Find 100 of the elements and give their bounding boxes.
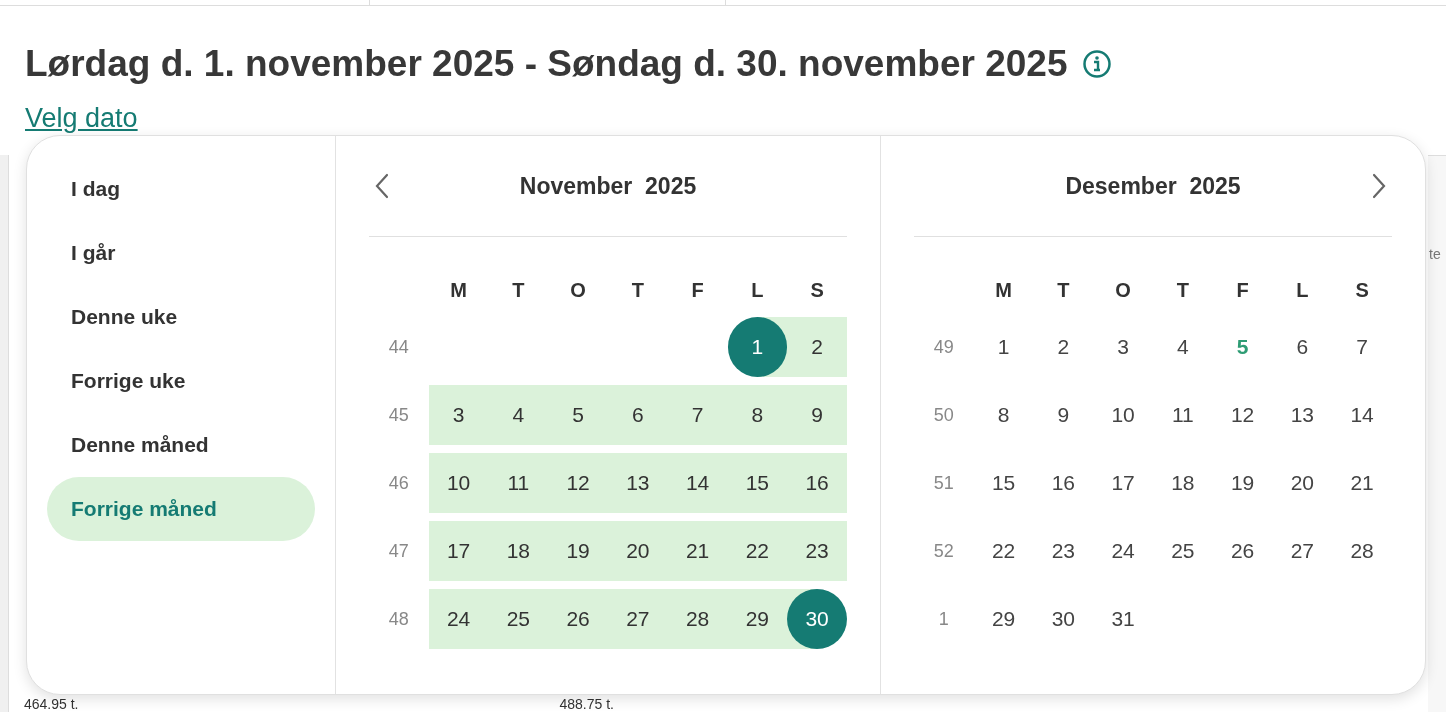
calendar-day[interactable]: 25 xyxy=(1153,521,1213,581)
calendar-day[interactable]: 21 xyxy=(667,521,728,581)
calendar-day[interactable]: 14 xyxy=(1332,385,1392,445)
weekday-label: S xyxy=(810,278,824,303)
info-icon[interactable] xyxy=(1081,48,1112,79)
selected-day[interactable]: 1 xyxy=(727,317,788,377)
weekday-label: O xyxy=(1115,278,1131,303)
weekday-label: M xyxy=(450,278,467,303)
selected-day[interactable]: 30 xyxy=(787,589,847,649)
week-number: 46 xyxy=(388,471,409,495)
weekday-label: M xyxy=(995,278,1012,303)
weekday-label: T xyxy=(631,278,644,303)
calendar-day[interactable]: 22 xyxy=(973,521,1034,581)
week-number: 47 xyxy=(388,539,409,563)
calendar-day[interactable]: 19 xyxy=(548,521,608,581)
week-number: 44 xyxy=(388,335,409,359)
calendar-day[interactable]: 22 xyxy=(727,521,788,581)
week-number: 45 xyxy=(388,403,409,427)
calendar-day[interactable]: 16 xyxy=(1033,453,1094,513)
calendar-day[interactable]: 1 xyxy=(973,317,1034,377)
preset-option[interactable]: Denne måned xyxy=(47,413,315,477)
month-title: November 2025 xyxy=(519,171,697,201)
calendar-day[interactable]: 28 xyxy=(1332,521,1392,581)
calendar-day[interactable]: 29 xyxy=(727,589,788,649)
calendar-day[interactable]: 12 xyxy=(1212,385,1273,445)
calendar-day[interactable]: 18 xyxy=(488,521,549,581)
calendar-day[interactable]: 25 xyxy=(488,589,549,649)
calendar-day[interactable]: 3 xyxy=(1093,317,1153,377)
calendar-day[interactable]: 11 xyxy=(1153,385,1213,445)
select-date-link[interactable]: Velg dato xyxy=(25,97,138,138)
calendar-day[interactable]: 19 xyxy=(1212,453,1273,513)
weekday-label: L xyxy=(1296,278,1309,303)
preset-option[interactable]: Denne uke xyxy=(47,285,315,349)
month-title: Desember 2025 xyxy=(1065,171,1241,201)
weekday-label: F xyxy=(691,278,704,303)
weekday-label: T xyxy=(1176,278,1189,303)
hours-value: 488.75 t. xyxy=(559,697,614,712)
weekday-label: F xyxy=(1236,278,1249,303)
calendar-day[interactable]: 9 xyxy=(787,385,847,445)
calendar-day[interactable]: 30 xyxy=(1033,589,1094,649)
calendar-day[interactable]: 8 xyxy=(727,385,788,445)
calendar-day[interactable]: 8 xyxy=(973,385,1034,445)
calendar-day[interactable]: 24 xyxy=(428,589,489,649)
calendar-day[interactable]: 4 xyxy=(488,385,549,445)
calendar-day[interactable]: 15 xyxy=(727,453,788,513)
calendar-day[interactable]: 29 xyxy=(973,589,1034,649)
calendar-day[interactable]: 18 xyxy=(1153,453,1213,513)
hours-value: 464.95 t. xyxy=(24,697,79,712)
preset-option[interactable]: I går xyxy=(47,221,315,285)
calendar-day[interactable]: 10 xyxy=(1093,385,1153,445)
weekday-label: S xyxy=(1355,278,1369,303)
calendar-day[interactable]: 4 xyxy=(1153,317,1213,377)
week-number: 49 xyxy=(933,335,954,359)
chevron-right-icon[interactable] xyxy=(1372,173,1386,199)
weekday-label: T xyxy=(1057,278,1070,303)
calendar-day[interactable]: 16 xyxy=(787,453,847,513)
week-number: 48 xyxy=(388,607,409,631)
calendar-day[interactable]: 28 xyxy=(667,589,728,649)
calendar-day[interactable]: 7 xyxy=(1332,317,1392,377)
calendar-day[interactable]: 5 xyxy=(548,385,608,445)
calendar-day[interactable]: 24 xyxy=(1093,521,1153,581)
week-number: 50 xyxy=(933,403,954,427)
calendar-day[interactable]: 27 xyxy=(1272,521,1333,581)
calendar-day[interactable]: 13 xyxy=(1272,385,1333,445)
calendar-day[interactable]: 15 xyxy=(973,453,1034,513)
week-number: 52 xyxy=(933,539,954,563)
calendar-day[interactable]: 10 xyxy=(428,453,489,513)
calendar-day[interactable]: 26 xyxy=(548,589,608,649)
chevron-left-icon[interactable] xyxy=(375,173,389,199)
weekday-label: O xyxy=(570,278,586,303)
calendar-day[interactable]: 2 xyxy=(787,317,847,377)
calendar-day[interactable]: 27 xyxy=(608,589,668,649)
calendar-day[interactable]: 17 xyxy=(428,521,489,581)
calendar-day[interactable]: 2 xyxy=(1033,317,1094,377)
calendar-day[interactable]: 23 xyxy=(787,521,847,581)
weekday-label: T xyxy=(512,278,525,303)
calendar-day[interactable]: 21 xyxy=(1332,453,1392,513)
calendar-day[interactable]: 6 xyxy=(608,385,668,445)
preset-option[interactable]: I dag xyxy=(47,157,315,221)
calendar-day[interactable]: 23 xyxy=(1033,521,1094,581)
calendar-day[interactable]: 26 xyxy=(1212,521,1273,581)
calendar-day[interactable]: 17 xyxy=(1093,453,1153,513)
week-number: 51 xyxy=(933,471,954,495)
calendar-day[interactable]: 6 xyxy=(1272,317,1333,377)
side-text: te xyxy=(1429,245,1441,264)
calendar-day[interactable]: 31 xyxy=(1093,589,1153,649)
calendar-day[interactable]: 9 xyxy=(1033,385,1094,445)
calendar-day[interactable]: 12 xyxy=(548,453,608,513)
calendar-day[interactable]: 11 xyxy=(488,453,549,513)
date-range-title: Lørdag d. 1. november 2025 - Søndag d. 30. november 2025 xyxy=(25,42,1068,86)
week-number: 1 xyxy=(938,607,949,631)
weekday-label: L xyxy=(751,278,764,303)
calendar-day[interactable]: 20 xyxy=(1272,453,1333,513)
calendar-day[interactable]: 20 xyxy=(608,521,668,581)
calendar-day[interactable]: 13 xyxy=(608,453,668,513)
calendar-day[interactable]: 3 xyxy=(428,385,489,445)
preset-option[interactable]: Forrige måned xyxy=(47,477,315,541)
preset-option[interactable]: Forrige uke xyxy=(47,349,315,413)
calendar-day[interactable]: 14 xyxy=(667,453,728,513)
calendar-day[interactable]: 7 xyxy=(667,385,728,445)
